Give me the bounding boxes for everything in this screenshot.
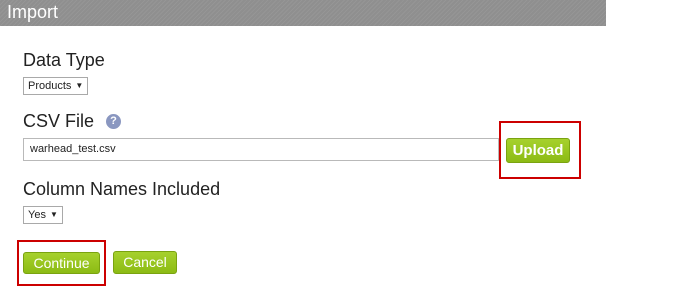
continue-highlight-box: [17, 240, 106, 286]
dropdown-arrow-icon: ▼: [75, 81, 84, 90]
upload-highlight-box: [499, 121, 581, 179]
help-icon[interactable]: ?: [106, 114, 121, 129]
column-names-label: Column Names Included: [23, 179, 221, 199]
csv-file-input[interactable]: warhead_test.csv: [23, 138, 499, 161]
page-title: Import: [7, 2, 59, 22]
import-header: Import: [0, 0, 606, 26]
dropdown-arrow-icon: ▼: [49, 210, 58, 219]
column-names-selected-value: Yes: [28, 209, 46, 221]
data-type-selected-value: Products: [28, 80, 72, 92]
data-type-select[interactable]: Products ▼: [23, 77, 89, 95]
data-type-label: Data Type: [23, 50, 105, 70]
column-names-select[interactable]: Yes ▼: [23, 206, 63, 224]
cancel-button[interactable]: Cancel: [113, 251, 177, 274]
csv-file-label: CSV File: [23, 111, 95, 131]
